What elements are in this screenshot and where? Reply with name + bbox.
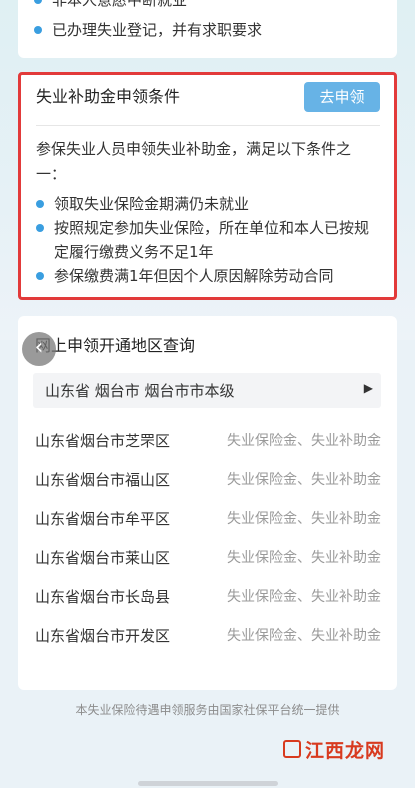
region-row: 山东省烟台市长岛县 失业保险金、失业补助金 xyxy=(33,578,381,617)
region-row: 山东省烟台市开发区 失业保险金、失业补助金 xyxy=(33,617,381,656)
region-benefit-types: 失业保险金、失业补助金 xyxy=(227,628,381,644)
region-row: 山东省烟台市莱山区 失业保险金、失业补助金 xyxy=(33,539,381,578)
conditions-list: 领取失业保险金期满仍未就业 按照规定参加失业保险，所在单位和本人已按规定履行缴费… xyxy=(36,192,382,288)
watermark-text: 江西龙网 xyxy=(304,740,385,762)
region-query-title: 网上申领开通地区查询 xyxy=(35,336,196,355)
region-query-card: 网上申领开通地区查询 山东省 烟台市 烟台市市本级 ▶ 山东省烟台市芝罘区 失业… xyxy=(18,316,397,690)
eligibility-item: 非本人意愿中断就业 xyxy=(34,0,381,12)
condition-item: 参保缴费满1年但因个人原因解除劳动合同 xyxy=(36,264,382,288)
region-selected-value: 山东省 烟台市 烟台市市本级 xyxy=(45,382,235,400)
region-benefit-types: 失业保险金、失业补助金 xyxy=(227,550,381,566)
conditions-intro: 参保失业人员申领失业补助金，满足以下条件之一： xyxy=(36,140,352,183)
region-benefit-types: 失业保险金、失业补助金 xyxy=(227,589,381,605)
region-benefit-types: 失业保险金、失业补助金 xyxy=(227,511,381,527)
eligibility-item: 已办理失业登记，并有求职要求 xyxy=(34,18,381,42)
chevron-left-icon[interactable]: ‹ xyxy=(22,332,56,366)
region-name: 山东省烟台市芝罘区 xyxy=(35,432,171,450)
region-list: 山东省烟台市芝罘区 失业保险金、失业补助金 山东省烟台市福山区 失业保险金、失业… xyxy=(33,422,381,656)
region-benefit-types: 失业保险金、失业补助金 xyxy=(227,433,381,449)
apply-button[interactable]: 去申领 xyxy=(304,82,380,112)
region-name: 山东省烟台市福山区 xyxy=(35,471,171,489)
watermark: 江西龙网 xyxy=(282,736,385,763)
region-row: 山东省烟台市福山区 失业保险金、失业补助金 xyxy=(33,461,381,500)
divider xyxy=(36,125,380,126)
region-name: 山东省烟台市莱山区 xyxy=(35,549,171,567)
home-indicator xyxy=(138,781,278,786)
conditions-title: 失业补助金申领条件 xyxy=(36,87,181,106)
region-row: 山东省烟台市牟平区 失业保险金、失业补助金 xyxy=(33,500,381,539)
region-name: 山东省烟台市开发区 xyxy=(35,627,171,645)
condition-item: 按照规定参加失业保险，所在单位和本人已按规定履行缴费义务不足1年 xyxy=(36,216,382,264)
condition-item: 领取失业保险金期满仍未就业 xyxy=(36,192,382,216)
triangle-right-icon: ▶ xyxy=(363,381,373,395)
eligibility-card-partial: 非本人意愿中断就业 已办理失业登记，并有求职要求 xyxy=(18,0,397,58)
region-name: 山东省烟台市牟平区 xyxy=(35,510,171,528)
footer-note: 本失业保险待遇申领服务由国家社保平台统一提供 xyxy=(75,703,340,717)
region-name: 山东省烟台市长岛县 xyxy=(35,588,171,606)
subsidy-conditions-card: 失业补助金申领条件 去申领 参保失业人员申领失业补助金，满足以下条件之一： 领取… xyxy=(18,72,397,300)
region-benefit-types: 失业保险金、失业补助金 xyxy=(227,472,381,488)
region-row: 山东省烟台市芝罘区 失业保险金、失业补助金 xyxy=(33,422,381,461)
region-selector[interactable]: 山东省 烟台市 烟台市市本级 ▶ xyxy=(33,373,381,408)
logo-icon xyxy=(282,740,301,758)
